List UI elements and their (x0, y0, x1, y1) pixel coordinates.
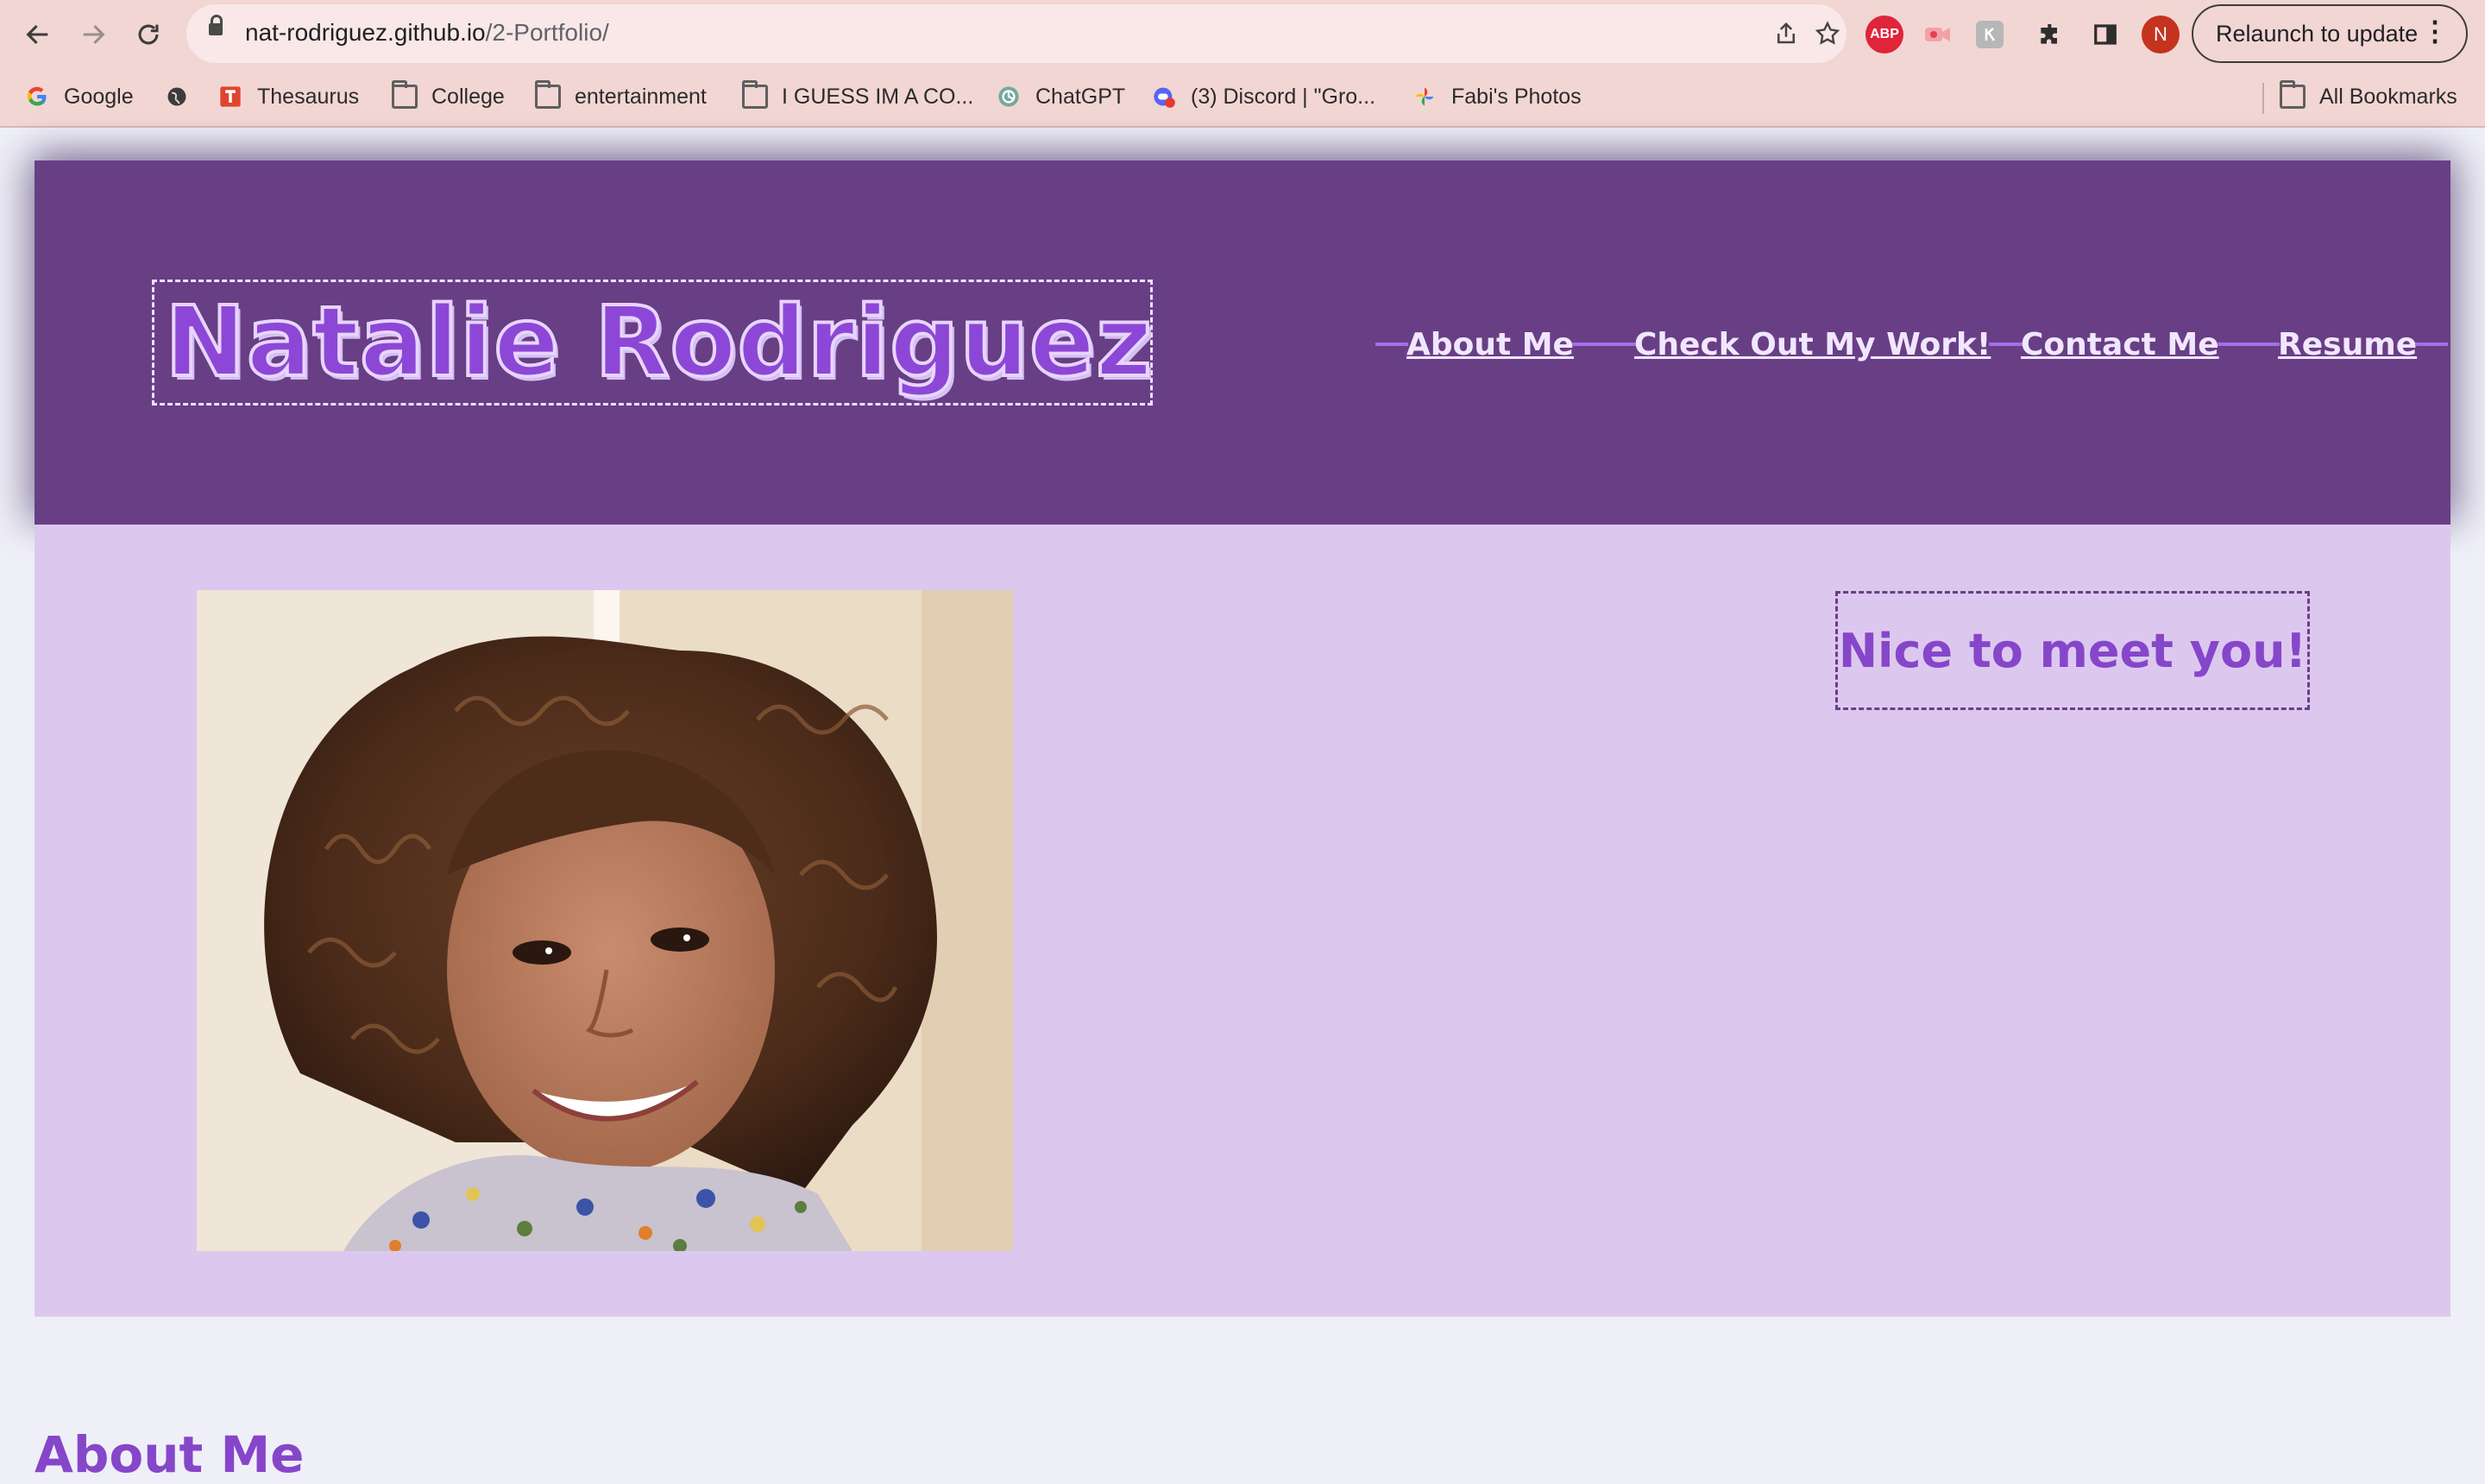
bookmark-thesaurus[interactable]: Thesaurus (217, 79, 359, 114)
google-icon (27, 86, 47, 106)
bookmark-label: (3) Discord | "Gro... (1191, 84, 1376, 109)
site-logo[interactable]: Natalie Rodriguez (163, 289, 1154, 396)
about-me-heading: About Me (35, 1425, 305, 1484)
portrait-image (197, 590, 1013, 1251)
relaunch-label: Relaunch to update (2216, 20, 2419, 47)
nav-check-out-my-work[interactable]: Check Out My Work! (1603, 323, 2022, 366)
site-logo-frame: Natalie Rodriguez (152, 280, 1154, 406)
profile-avatar[interactable]: N (2142, 16, 2180, 53)
share-icon[interactable] (1769, 16, 1803, 51)
bookmark-label: I GUESS IM A CO... (782, 84, 974, 109)
bookmarks-bar: Google Thesaurus College entertainment I… (0, 67, 2485, 128)
forward-button[interactable] (74, 16, 112, 53)
bookmark-folder-college[interactable]: College (392, 79, 505, 114)
folder-icon (742, 80, 768, 109)
bookmark-label: College (431, 84, 505, 109)
bookmark-label: Thesaurus (257, 84, 360, 109)
greeting-text: Nice to meet you! (1838, 623, 2307, 678)
bookmark-chatgpt[interactable]: ChatGPT (996, 79, 1125, 114)
hero-section: Nice to meet you! (35, 525, 2450, 1317)
bookmark-label: Fabi's Photos (1451, 84, 1582, 109)
bookmark-label: entertainment (575, 84, 707, 109)
bookmark-folder-i-guess[interactable]: I GUESS IM A CO... (742, 79, 973, 114)
reload-button[interactable] (129, 16, 167, 53)
bookmark-folder-entertainment[interactable]: entertainment (535, 79, 707, 114)
site-header: Natalie Rodriguez About Me Check Out My … (35, 160, 2450, 525)
chatgpt-icon (998, 86, 1019, 107)
bookmarks-divider (2262, 83, 2264, 114)
globe-icon (167, 87, 186, 106)
bookmark-discord[interactable]: (3) Discord | "Gro... (1151, 79, 1375, 114)
thesaurus-icon (220, 86, 241, 107)
nav-contact-me[interactable]: Contact Me (1990, 323, 2250, 366)
nav-resume[interactable]: Resume (2247, 323, 2448, 366)
all-bookmarks-button[interactable]: All Bookmarks (2280, 79, 2457, 114)
browser-toolbar: nat-rodriguez.github.io/2-Portfolio/ ABP… (0, 0, 2485, 67)
bookmark-label: Google (64, 84, 134, 109)
forward-arrow-icon (83, 24, 105, 45)
side-panel-icon[interactable] (2086, 16, 2124, 53)
all-bookmarks-label: All Bookmarks (2319, 84, 2457, 109)
screen-recorder-extension-icon[interactable] (1919, 16, 1957, 53)
folder-icon (535, 80, 561, 109)
more-menu-icon[interactable]: ⋮ (2421, 15, 2449, 47)
bookmark-star-icon[interactable] (1810, 16, 1845, 51)
bookmark-fabis-photos[interactable]: Fabi's Photos (1412, 79, 1582, 114)
greeting-frame: Nice to meet you! (1835, 591, 2310, 710)
adblock-extension-icon[interactable]: ABP (1865, 16, 1903, 53)
discord-icon (1154, 87, 1175, 108)
nav-about-me[interactable]: About Me (1375, 323, 1605, 366)
photos-icon (1415, 87, 1434, 106)
back-button[interactable] (19, 16, 57, 53)
extensions-puzzle-icon[interactable] (2031, 16, 2069, 53)
back-arrow-icon (26, 24, 48, 45)
profile-photo (197, 590, 1013, 1251)
address-bar[interactable]: nat-rodriguez.github.io/2-Portfolio/ (186, 4, 1846, 63)
bookmark-label: ChatGPT (1035, 84, 1126, 109)
bookmark-google[interactable]: Google (24, 79, 134, 114)
folder-icon (392, 80, 418, 109)
lock-icon (209, 15, 223, 35)
bookmark-globe[interactable] (164, 79, 204, 114)
folder-icon (2280, 80, 2306, 109)
relaunch-to-update-button[interactable]: Relaunch to update ⋮ (2192, 4, 2468, 63)
reload-icon (138, 24, 159, 45)
url-text[interactable]: nat-rodriguez.github.io/2-Portfolio/ (245, 19, 609, 47)
grammar-extension-icon[interactable] (1976, 21, 2004, 48)
